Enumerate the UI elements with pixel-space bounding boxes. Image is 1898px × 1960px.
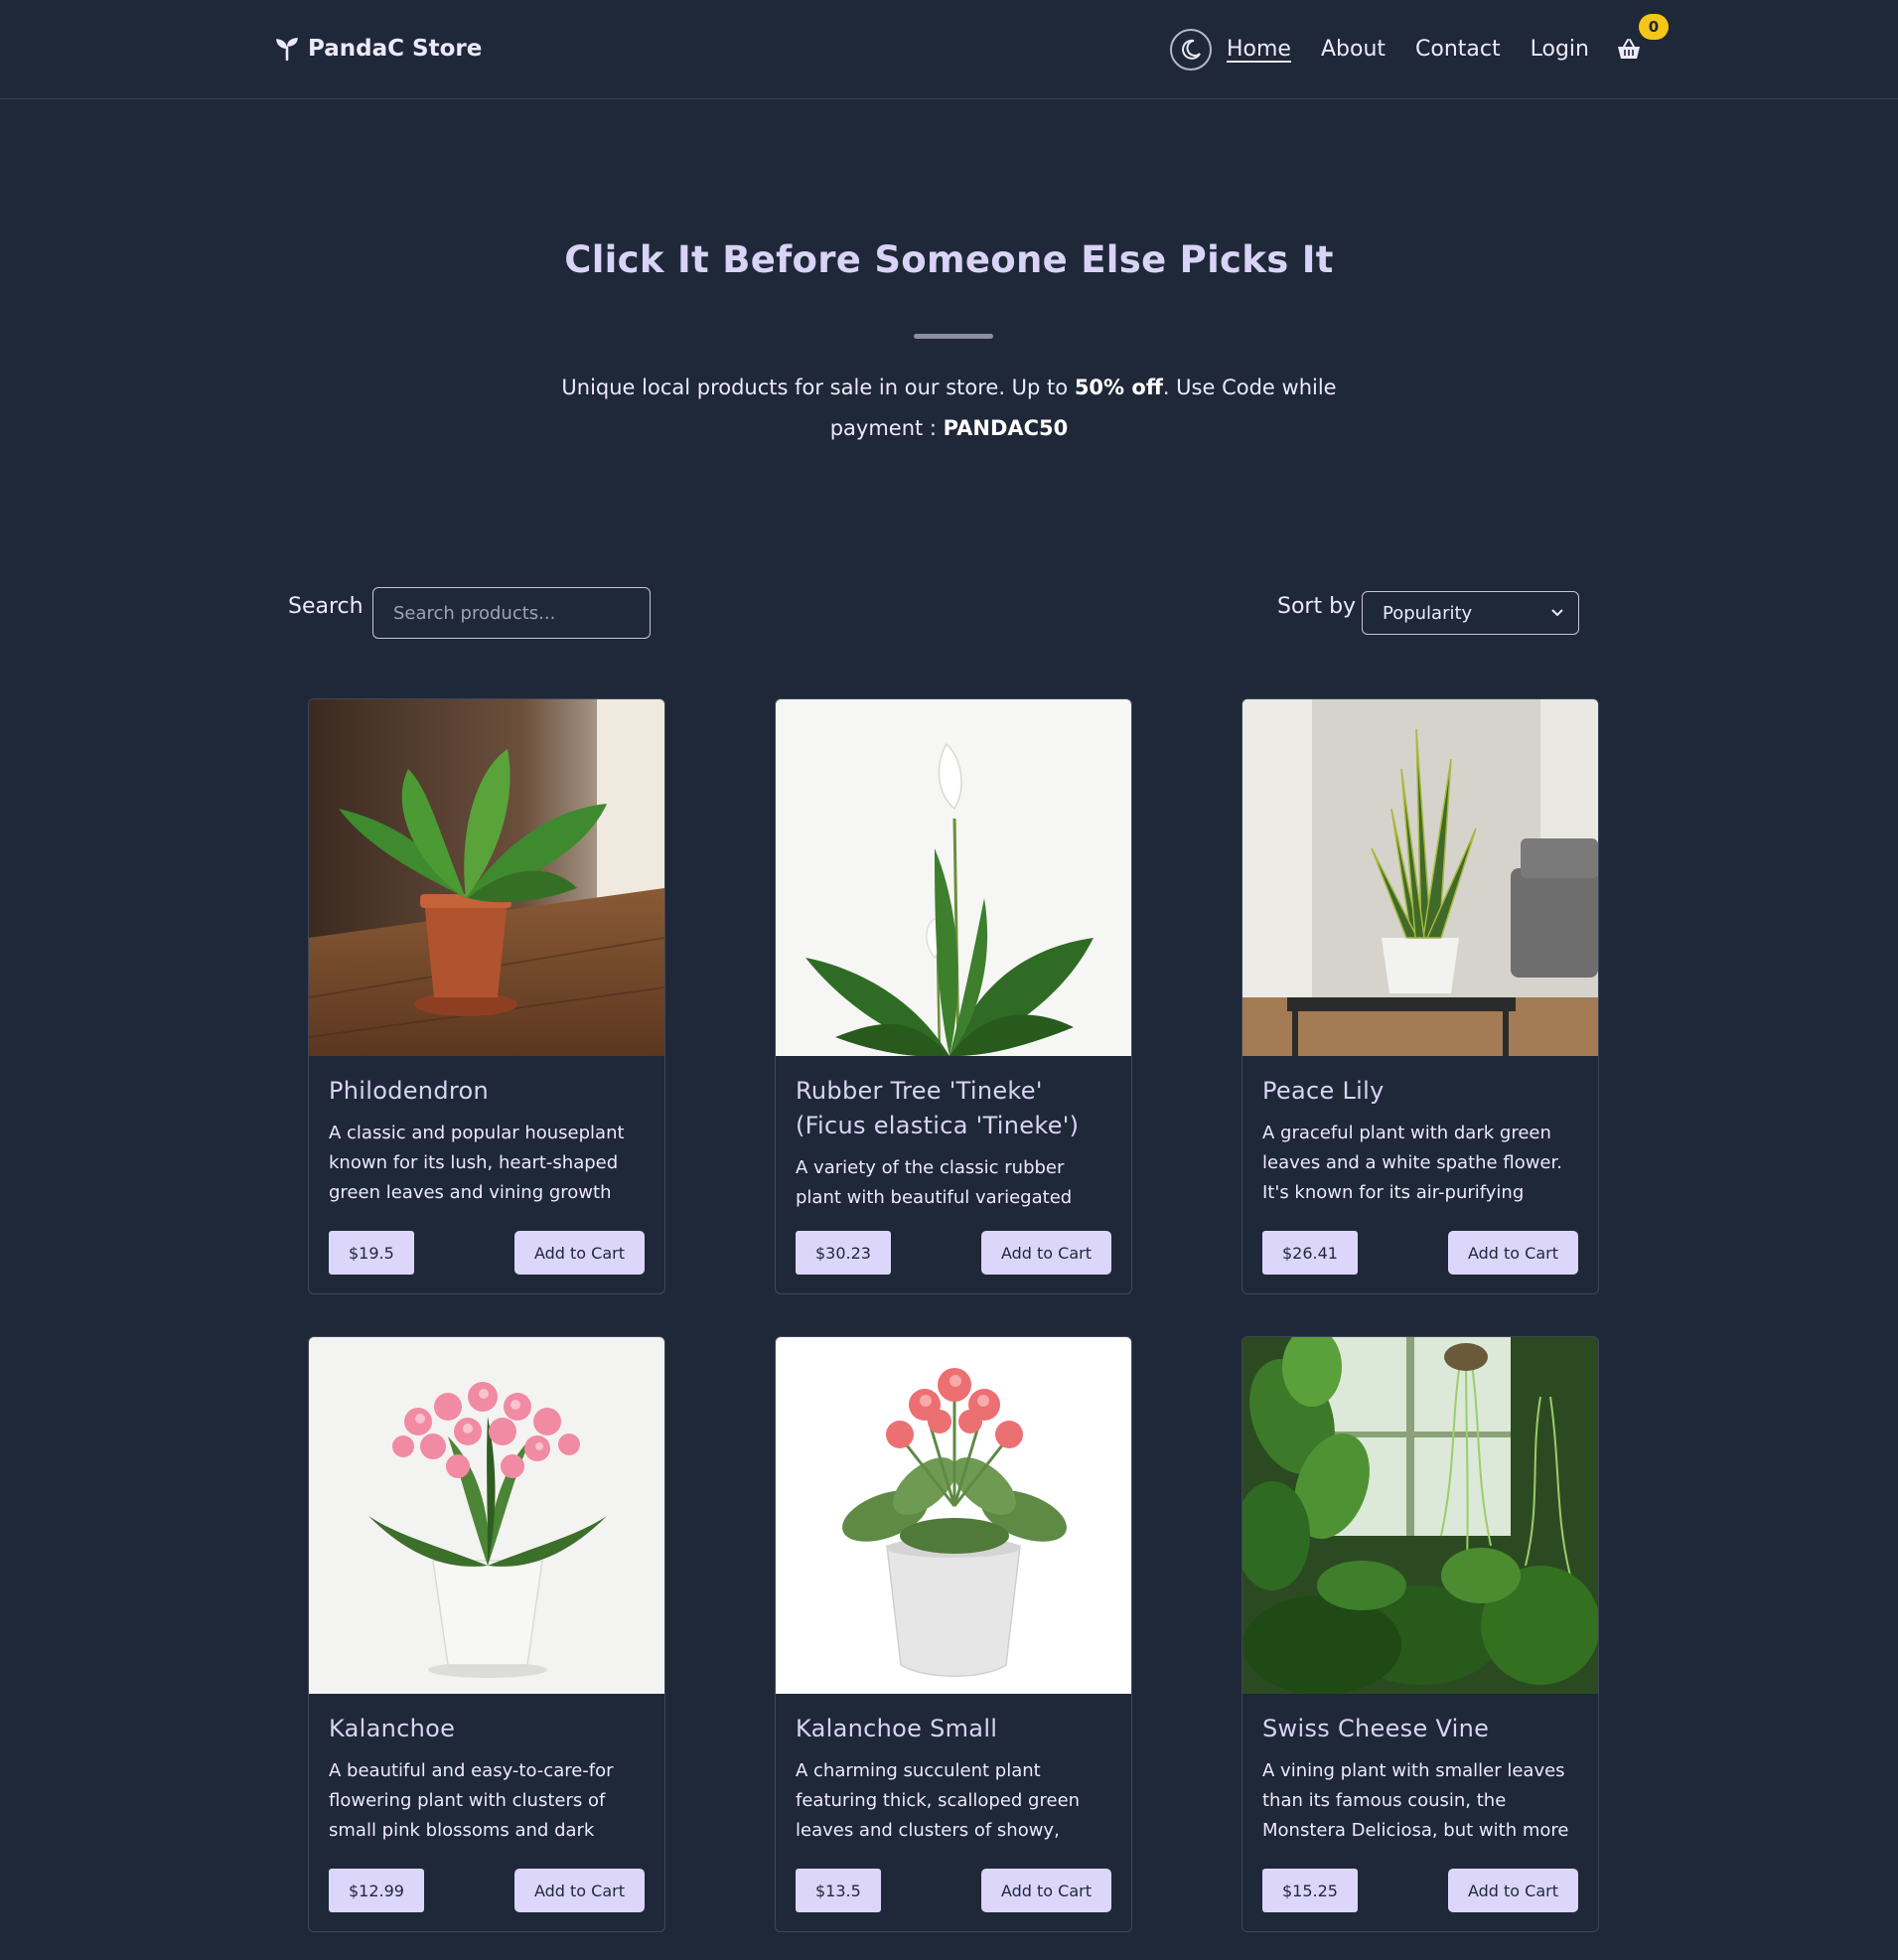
brand-name: PandaC Store xyxy=(308,36,483,62)
product-price: $12.99 xyxy=(329,1869,424,1912)
product-title[interactable]: Kalanchoe Small xyxy=(796,1712,1111,1746)
hero-discount: 50% off xyxy=(1074,376,1163,399)
search-input[interactable] xyxy=(372,587,651,639)
nav-links: Home About Contact Login xyxy=(1227,30,1589,68)
product-title[interactable]: Kalanchoe xyxy=(329,1712,645,1746)
product-body: Philodendron A classic and popular house… xyxy=(309,1056,664,1293)
product-card: Swiss Cheese Vine A vining plant with sm… xyxy=(1241,1336,1599,1932)
cart-count-badge: 0 xyxy=(1639,14,1669,40)
nav-home-link[interactable]: Home xyxy=(1227,37,1291,62)
add-to-cart-button[interactable]: Add to Cart xyxy=(980,1869,1111,1912)
hero-divider xyxy=(914,334,993,339)
product-image[interactable] xyxy=(776,1337,1131,1694)
product-image[interactable] xyxy=(309,1337,664,1694)
theme-toggle-button[interactable] xyxy=(1170,29,1212,71)
product-body: Kalanchoe Small A charming succulent pla… xyxy=(776,1694,1131,1931)
product-description: A classic and popular houseplant known f… xyxy=(329,1123,625,1203)
add-to-cart-button[interactable]: Add to Cart xyxy=(1447,1869,1578,1912)
product-description: A graceful plant with dark green leaves … xyxy=(1262,1123,1562,1203)
product-description: A beautiful and easy-to-care-for floweri… xyxy=(329,1760,614,1841)
product-body: Swiss Cheese Vine A vining plant with sm… xyxy=(1242,1694,1598,1931)
product-title[interactable]: Swiss Cheese Vine xyxy=(1262,1712,1578,1746)
product-card: Kalanchoe Small A charming succulent pla… xyxy=(775,1336,1132,1932)
brand-logo[interactable]: PandaC Store xyxy=(274,30,482,68)
hero-subtitle: Unique local products for sale in our st… xyxy=(556,368,1342,449)
product-title[interactable]: Peace Lily xyxy=(1262,1074,1578,1109)
hero-title: Click It Before Someone Else Picks It xyxy=(564,238,1334,281)
add-to-cart-button[interactable]: Add to Cart xyxy=(513,1231,645,1275)
sort-label: Sort by xyxy=(1277,594,1357,619)
add-to-cart-button[interactable]: Add to Cart xyxy=(1447,1231,1578,1275)
product-card: Kalanchoe A beautiful and easy-to-care-f… xyxy=(308,1336,665,1932)
nav-login-link[interactable]: Login xyxy=(1531,37,1589,62)
basket-icon xyxy=(1618,39,1640,59)
product-description: A variety of the classic rubber plant wi… xyxy=(796,1157,1073,1208)
product-price: $15.25 xyxy=(1262,1869,1358,1912)
product-price: $19.5 xyxy=(329,1231,414,1275)
product-body: Kalanchoe A beautiful and easy-to-care-f… xyxy=(309,1694,664,1931)
product-description: A vining plant with smaller leaves than … xyxy=(1262,1760,1569,1841)
product-title[interactable]: Philodendron xyxy=(329,1074,645,1109)
product-image[interactable] xyxy=(1242,699,1598,1056)
product-image[interactable] xyxy=(309,699,664,1056)
product-price: $13.5 xyxy=(796,1869,881,1912)
product-body: Peace Lily A graceful plant with dark gr… xyxy=(1242,1056,1598,1293)
product-title[interactable]: Rubber Tree 'Tineke' (Ficus elastica 'Ti… xyxy=(796,1074,1111,1143)
sort-select[interactable]: Popularity xyxy=(1362,591,1579,635)
product-description: A charming succulent plant featuring thi… xyxy=(796,1760,1081,1841)
product-card: Philodendron A classic and popular house… xyxy=(308,698,665,1294)
nav-about-link[interactable]: About xyxy=(1321,37,1386,62)
navbar: PandaC Store Home About Contact Login 0 xyxy=(0,0,1898,99)
chevron-down-icon xyxy=(1551,609,1563,617)
search-label: Search xyxy=(288,594,364,619)
product-card: Peace Lily A graceful plant with dark gr… xyxy=(1241,698,1599,1294)
sort-selected-value: Popularity xyxy=(1383,602,1473,624)
product-body: Rubber Tree 'Tineke' (Ficus elastica 'Ti… xyxy=(776,1056,1131,1293)
product-price: $30.23 xyxy=(796,1231,891,1275)
add-to-cart-button[interactable]: Add to Cart xyxy=(980,1231,1111,1275)
promo-code: PANDAC50 xyxy=(943,416,1069,440)
hero-subtitle-text: Unique local products for sale in our st… xyxy=(561,376,1075,399)
moon-icon xyxy=(1182,39,1201,60)
sprout-icon xyxy=(276,38,298,62)
product-image[interactable] xyxy=(776,699,1131,1056)
product-image[interactable] xyxy=(1242,1337,1598,1694)
product-price: $26.41 xyxy=(1262,1231,1358,1275)
add-to-cart-button[interactable]: Add to Cart xyxy=(513,1869,645,1912)
product-card: Rubber Tree 'Tineke' (Ficus elastica 'Ti… xyxy=(775,698,1132,1294)
nav-contact-link[interactable]: Contact xyxy=(1415,37,1501,62)
